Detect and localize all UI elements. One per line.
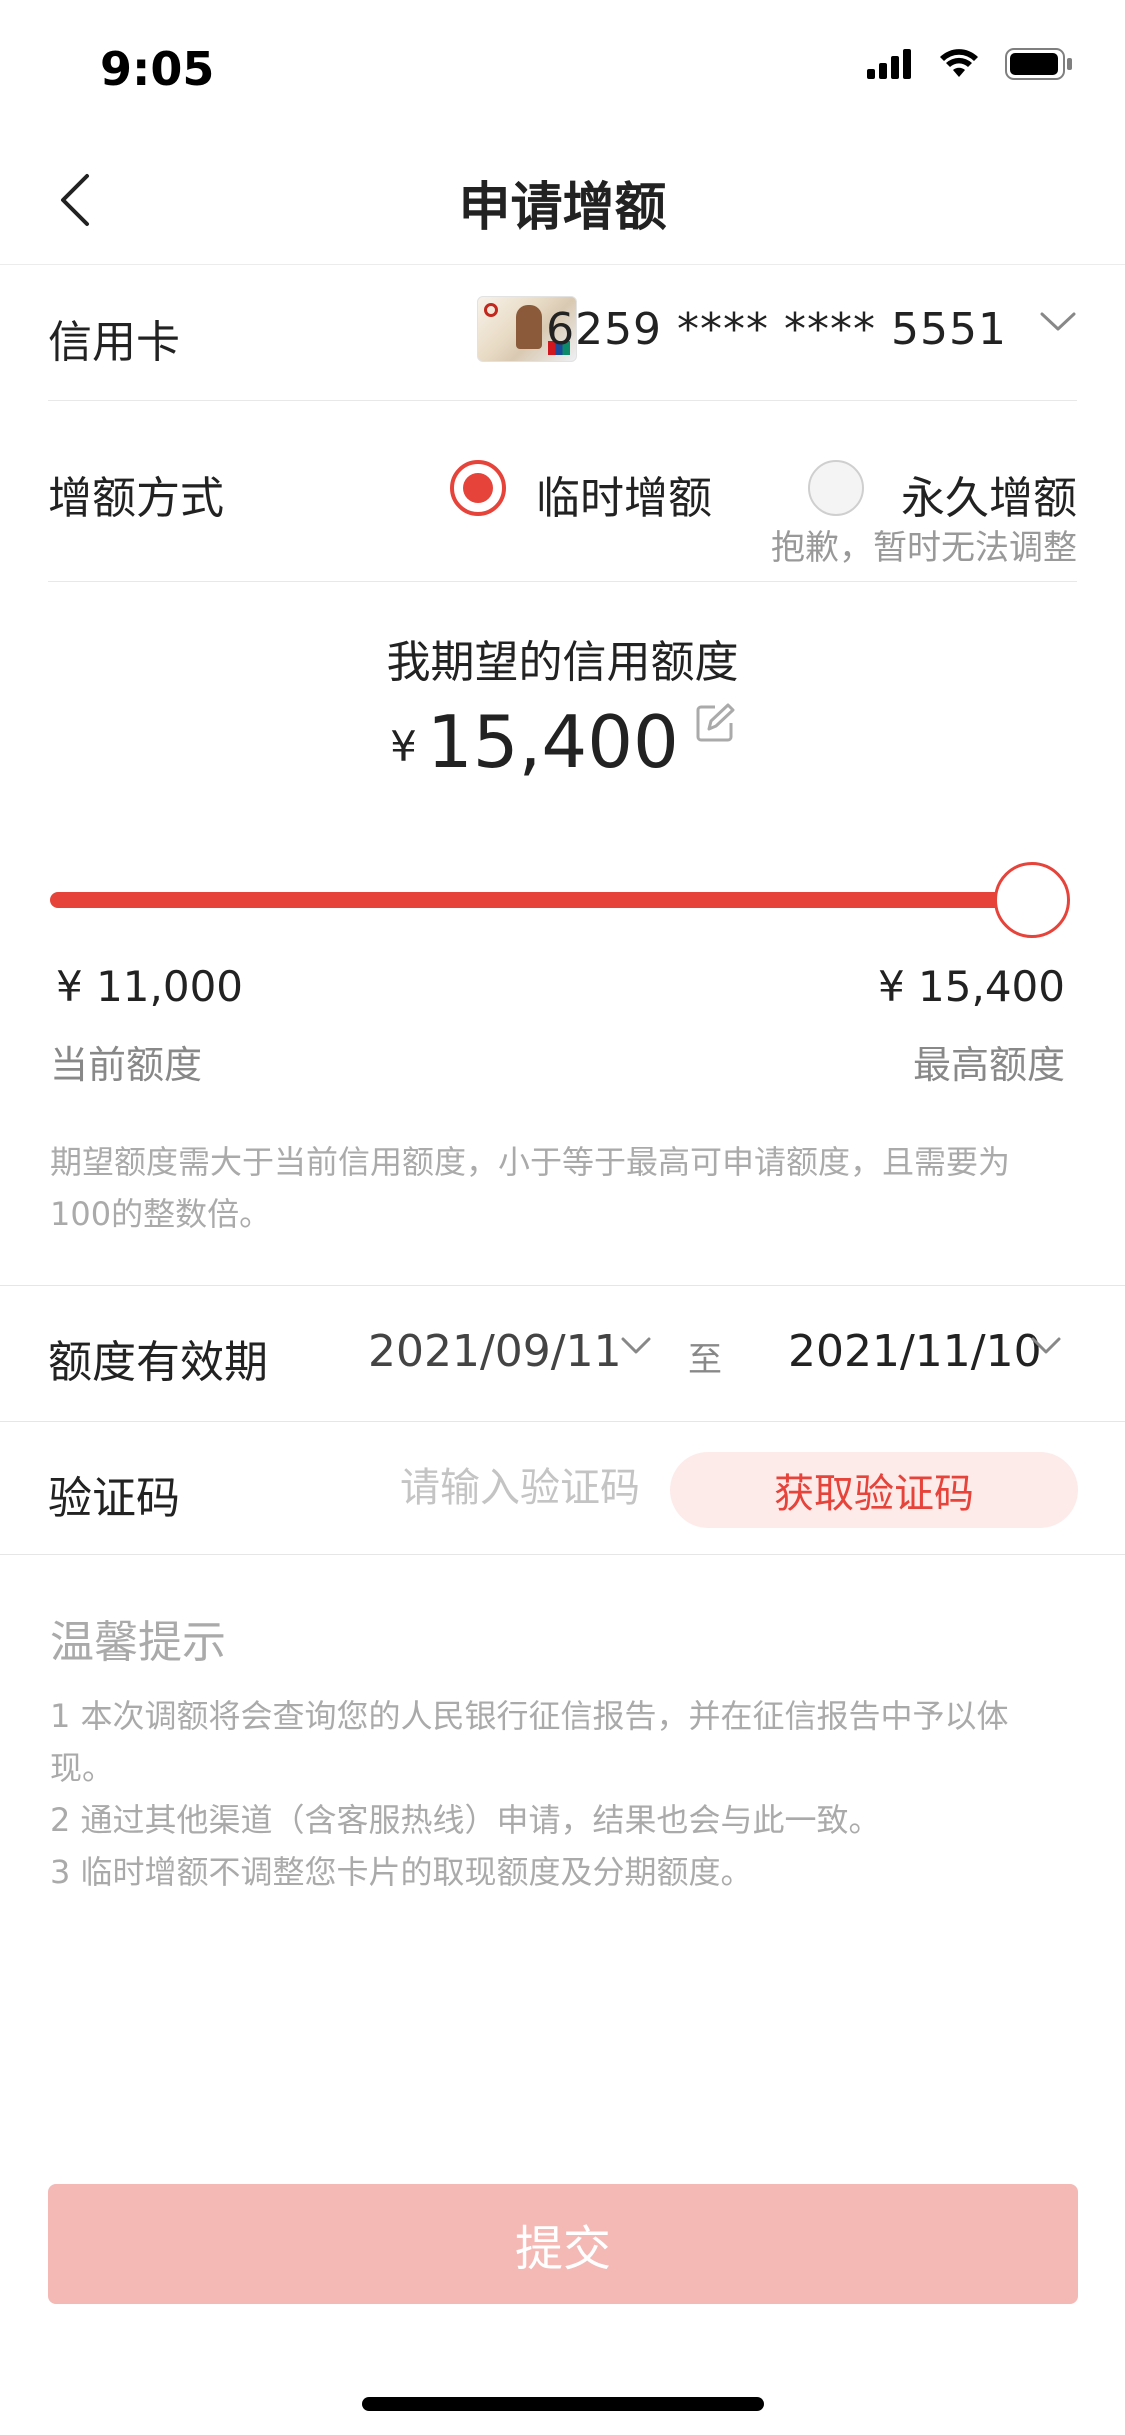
credit-card-label: 信用卡 (48, 317, 180, 368)
permanent-unavailable-note: 抱歉，暂时无法调整 (771, 528, 1077, 568)
tips-title: 温馨提示 (50, 1617, 226, 1668)
wifi-icon (939, 49, 979, 83)
tips-list: 1 本次调额将会查询您的人民银行征信报告，并在征信报告中予以体现。 2 通过其他… (50, 1690, 1065, 1898)
nav-bar: 申请增额 (0, 135, 1125, 265)
chevron-down-icon[interactable] (1030, 1336, 1062, 1360)
tip-item: 2 通过其他渠道（含客服热线）申请，结果也会与此一致。 (50, 1801, 881, 1839)
submit-button[interactable]: 提交 (48, 2184, 1078, 2304)
status-icons (867, 48, 1073, 84)
max-limit-value: ¥ 15,400 (877, 962, 1065, 1011)
verification-label: 验证码 (48, 1473, 180, 1524)
divider (0, 1554, 1125, 1555)
radio-temporary-increase[interactable] (450, 460, 506, 516)
status-time: 9:05 (100, 42, 215, 96)
expected-limit-title: 我期望的信用额度 (386, 637, 739, 688)
chevron-down-icon[interactable] (620, 1336, 652, 1360)
card-artwork (516, 305, 542, 349)
current-limit-label: 当前额度 (50, 1043, 203, 1087)
bank-logo-icon (484, 303, 498, 317)
limit-slider-track[interactable] (50, 892, 1050, 908)
amount-hint: 期望额度需大于当前信用额度，小于等于最高可申请额度，且需要为100的整数倍。 (50, 1143, 1011, 1233)
verification-row: 验证码 获取验证码 (0, 1422, 1125, 1554)
page-title: 申请增额 (458, 178, 667, 238)
current-limit-value: ¥ 11,000 (56, 962, 244, 1011)
date-separator: 至 (688, 1340, 722, 1380)
chevron-down-icon (1039, 310, 1077, 338)
edit-icon[interactable] (695, 703, 735, 747)
increase-method-row: 增额方式 临时增额 永久增额 抱歉，暂时无法调整 (48, 402, 1077, 582)
home-indicator (362, 2397, 764, 2411)
radio-permanent-increase[interactable] (808, 460, 864, 516)
card-number: 6259 **** **** 5551 (546, 304, 1007, 355)
tip-item: 1 本次调额将会查询您的人民银行征信报告，并在征信报告中予以体现。 (50, 1697, 1009, 1787)
status-bar: 9:05 (0, 0, 1125, 135)
currency-symbol: ¥ (390, 722, 417, 771)
tip-item: 3 临时增额不调整您卡片的取现额度及分期额度。 (50, 1853, 753, 1891)
start-date-select[interactable]: 2021/09/11 (368, 1326, 622, 1377)
validity-row: 额度有效期 2021/09/11 至 2021/11/10 (0, 1286, 1125, 1420)
increase-method-label: 增额方式 (48, 473, 224, 524)
cellular-icon (867, 49, 913, 83)
expected-limit-amount: ¥15,400 (0, 700, 1125, 784)
amount-value: 15,400 (426, 700, 679, 784)
validity-label: 额度有效期 (48, 1337, 268, 1388)
permanent-increase-label[interactable]: 永久增额 (901, 462, 1077, 526)
max-limit-label: 最高额度 (912, 1043, 1065, 1087)
limit-slider-thumb[interactable] (994, 862, 1070, 938)
verification-code-input[interactable] (400, 1460, 650, 1516)
credit-card-selector[interactable]: 信用卡 6259 **** **** 5551 (48, 266, 1077, 401)
temporary-increase-label[interactable]: 临时增额 (536, 462, 712, 526)
end-date-select[interactable]: 2021/11/10 (788, 1326, 1042, 1377)
get-code-button[interactable]: 获取验证码 (670, 1452, 1078, 1528)
radio-selected-dot (463, 473, 493, 503)
battery-icon (1005, 48, 1073, 84)
